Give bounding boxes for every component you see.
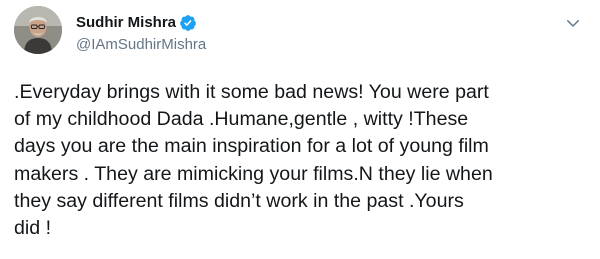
name-row: Sudhir Mishra xyxy=(76,13,206,33)
avatar-photo xyxy=(14,6,62,54)
avatar[interactable] xyxy=(14,6,62,54)
verified-badge-icon xyxy=(179,14,197,32)
chevron-down-icon[interactable] xyxy=(564,14,582,32)
tweet-card: Sudhir Mishra @IAmSudhirMishra .Everyday… xyxy=(0,0,600,259)
tweet-text-line: of my childhood Dada .Humane,gentle , wi… xyxy=(14,108,469,131)
tweet-text-line: days you are the main inspiration for a … xyxy=(14,135,489,158)
author-handle[interactable]: @IAmSudhirMishra xyxy=(76,35,206,55)
tweet-text-line: .Everyday brings with it some bad news! … xyxy=(14,81,489,103)
tweet-text-line: makers . They are mimicking your films.N… xyxy=(14,162,493,185)
author-display-name[interactable]: Sudhir Mishra xyxy=(76,13,176,33)
tweet-text-line: did ! xyxy=(14,217,52,240)
tweet-text-line: they say different films didn’t work in … xyxy=(14,189,464,212)
tweet-text: .Everyday brings with it some bad news! … xyxy=(14,79,589,242)
author-identity: Sudhir Mishra @IAmSudhirMishra xyxy=(76,13,206,55)
